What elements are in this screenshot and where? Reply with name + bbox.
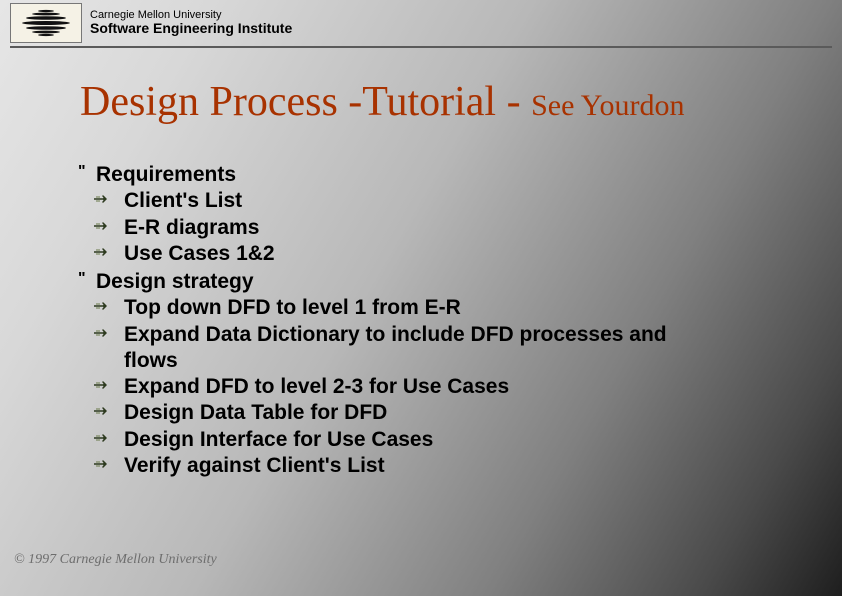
arrow-icon xyxy=(94,247,112,257)
arrow-icon xyxy=(94,459,112,469)
bullet-level2-label: E-R diagrams xyxy=(124,216,259,239)
tick-icon: " xyxy=(78,269,86,289)
footer-copyright: © 1997 Carnegie Mellon University xyxy=(14,552,217,568)
sub-bullet-list: Client's List E-R diagrams Use Cases 1&2 xyxy=(78,188,722,267)
bullet-level1-label: Requirements xyxy=(96,163,236,186)
header-text: Carnegie Mellon University Software Engi… xyxy=(90,10,292,36)
header-divider xyxy=(10,46,832,48)
arrow-icon xyxy=(94,328,112,338)
header: Carnegie Mellon University Software Engi… xyxy=(10,2,832,44)
bullet-level2: Design Interface for Use Cases xyxy=(78,427,722,453)
bullet-level2: Verify against Client's List xyxy=(78,453,722,479)
bullet-level1-label: Design strategy xyxy=(96,270,254,293)
bullet-level1: " Design strategy xyxy=(78,269,722,295)
bullet-level2-label: Expand DFD to level 2-3 for Use Cases xyxy=(124,375,509,398)
title-sub: See Yourdon xyxy=(531,89,684,122)
arrow-icon xyxy=(94,221,112,231)
tick-icon: " xyxy=(78,162,86,182)
slide-title: Design Process -Tutorial - See Yourdon xyxy=(80,78,684,126)
slide: Carnegie Mellon University Software Engi… xyxy=(0,0,842,596)
bullet-level2: Design Data Table for DFD xyxy=(78,400,722,426)
bullet-level2: Expand DFD to level 2-3 for Use Cases xyxy=(78,374,722,400)
bullet-level2: Top down DFD to level 1 from E-R xyxy=(78,295,722,321)
sub-bullet-list: Top down DFD to level 1 from E-R Expand … xyxy=(78,295,722,479)
bullet-level2-label: Top down DFD to level 1 from E-R xyxy=(124,296,461,319)
bullet-level2: Use Cases 1&2 xyxy=(78,241,722,267)
bullet-level2-label: Use Cases 1&2 xyxy=(124,242,275,265)
arrow-icon xyxy=(94,406,112,416)
bullet-level1: " Requirements xyxy=(78,162,722,188)
arrow-icon xyxy=(94,194,112,204)
bullet-level2-label: Expand Data Dictionary to include DFD pr… xyxy=(124,323,667,372)
arrow-icon xyxy=(94,380,112,390)
bullet-level2-label: Client's List xyxy=(124,189,242,212)
institute-name: Software Engineering Institute xyxy=(90,21,292,36)
arrow-icon xyxy=(94,433,112,443)
arrow-icon xyxy=(94,301,112,311)
bullet-level2-label: Verify against Client's List xyxy=(124,454,385,477)
bullet-level2: E-R diagrams xyxy=(78,215,722,241)
bullet-level2-label: Design Interface for Use Cases xyxy=(124,428,433,451)
bullet-level2: Client's List xyxy=(78,188,722,214)
bullet-level2: Expand Data Dictionary to include DFD pr… xyxy=(78,322,722,375)
slide-body: " Requirements Client's List E-R diagram… xyxy=(78,160,722,479)
sei-logo xyxy=(10,3,82,43)
title-main: Design Process -Tutorial - xyxy=(80,79,531,125)
bullet-level2-label: Design Data Table for DFD xyxy=(124,401,387,424)
